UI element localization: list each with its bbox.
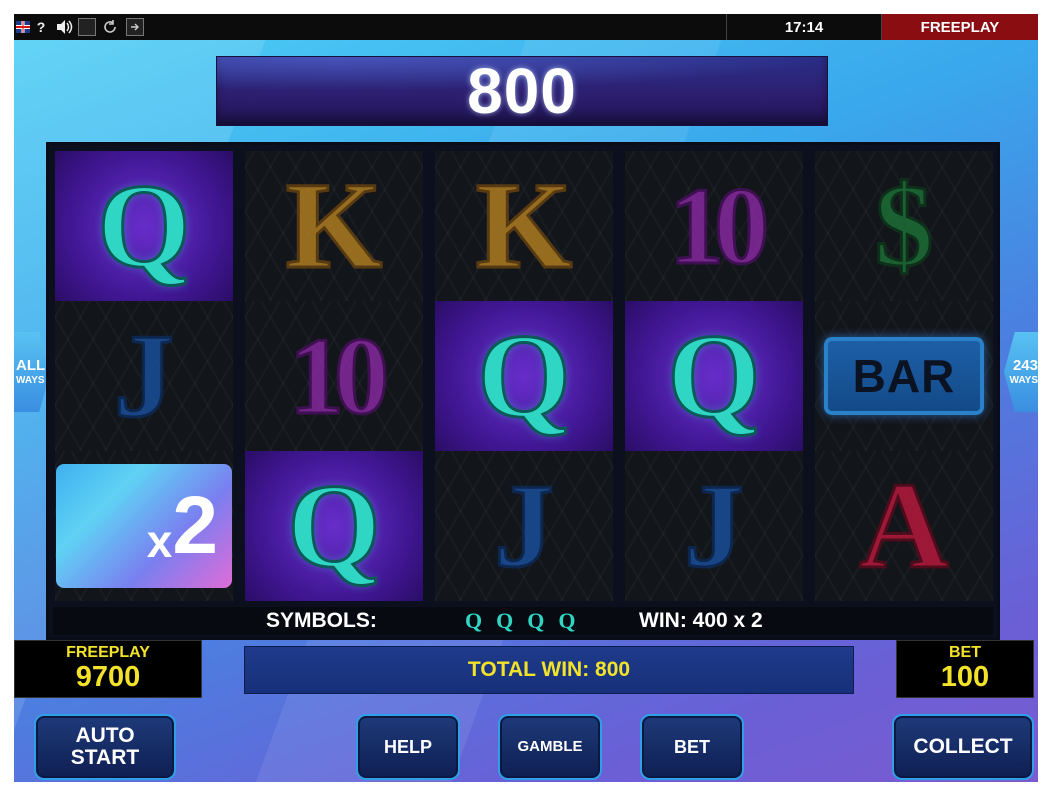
reel-4: 10 Q J [625, 151, 803, 601]
reel-2-symbol-1: K [245, 151, 423, 301]
symbol-a: A [858, 457, 951, 594]
symbol-dollar: $ [873, 160, 935, 291]
freeplay-mode-badge: FREEPLAY [882, 14, 1038, 40]
symbol-q: Q [286, 459, 382, 592]
symbol-k: K [474, 157, 573, 294]
symbol-j: J [113, 309, 176, 442]
reel-5-symbol-3: A [815, 451, 993, 601]
reel-1-symbol-1: Q [55, 151, 233, 301]
auto-start-line-2: START [70, 746, 140, 769]
fullscreen-icon[interactable] [78, 18, 96, 36]
auto-start-label: AUTO START [70, 723, 140, 769]
reel-1-symbol-2: J [55, 301, 233, 451]
reel-4-symbol-3: J [625, 451, 803, 601]
slot-game-screen: ? 17:14 FREEPLAY 800 ALL WAYS 243 WAYS Q… [14, 14, 1038, 782]
auto-start-button[interactable]: AUTO START [34, 714, 176, 780]
symbol-j: J [493, 459, 556, 592]
exit-icon[interactable] [126, 18, 144, 36]
bet-label: BET [949, 644, 981, 661]
ways-right-sublabel: WAYS [1009, 375, 1038, 386]
symbol-j: J [683, 459, 746, 592]
top-status-bar: ? 17:14 FREEPLAY [14, 14, 1038, 40]
symbol-q: Q [96, 159, 192, 292]
multiplier-number: 2 [172, 480, 218, 571]
winning-symbols-icons: QQQQ [465, 608, 590, 633]
bet-button[interactable]: BET [640, 714, 744, 780]
clock: 17:14 [726, 14, 882, 40]
uk-flag-icon[interactable] [16, 21, 30, 33]
reel-1: Q J x 2 [55, 151, 233, 601]
reel-2: K 10 Q [245, 151, 423, 601]
reel-4-symbol-1: 10 [625, 151, 803, 301]
line-win-text: WIN: 400 x 2 [639, 609, 763, 632]
symbol-k: K [284, 157, 383, 294]
reel-1-symbol-3: x 2 [55, 451, 233, 601]
multiplier-x: x [146, 515, 173, 567]
reel-3: K Q J [435, 151, 613, 601]
reel-4-symbol-2: Q [625, 301, 803, 451]
credit-label: FREEPLAY [66, 644, 150, 661]
reel-2-symbol-2: 10 [245, 301, 423, 451]
ways-indicator-right: 243 WAYS [1004, 332, 1038, 412]
symbol-bar: BAR [824, 337, 984, 415]
help-icon[interactable]: ? [34, 17, 48, 37]
ways-left-sublabel: WAYS [16, 375, 45, 386]
gamble-button[interactable]: GAMBLE [498, 714, 602, 780]
bet-panel: BET 100 [896, 640, 1034, 698]
collect-button[interactable]: COLLECT [892, 714, 1034, 780]
multiplier-x2-symbol: x 2 [56, 464, 232, 588]
win-amount-display: 800 [216, 55, 828, 127]
ways-indicator-left: ALL WAYS [14, 332, 50, 412]
bet-value: 100 [940, 661, 990, 693]
total-win-bar: TOTAL WIN: 800 [244, 646, 854, 694]
symbol-10: 10 [668, 165, 771, 287]
win-amount-value: 800 [467, 55, 577, 127]
symbol-q: Q [476, 309, 572, 442]
reel-2-symbol-3: Q [245, 451, 423, 601]
reel-5: $ BAR A [815, 151, 993, 601]
reel-3-symbol-2: Q [435, 301, 613, 451]
ways-left-label: ALL [16, 357, 46, 374]
credit-value: 9700 [75, 661, 141, 693]
refresh-icon[interactable] [100, 17, 120, 37]
symbol-q: Q [666, 309, 762, 442]
symbol-10: 10 [288, 315, 391, 437]
help-button[interactable]: HELP [356, 714, 460, 780]
reel-5-symbol-2: BAR [815, 301, 993, 451]
reel-area: Q J x 2 K 10 Q K Q J 10 Q J $ BAR A SYMB… [46, 142, 1000, 640]
credit-panel: FREEPLAY 9700 [14, 640, 202, 698]
reel-5-symbol-1: $ [815, 151, 993, 301]
reel-3-symbol-1: K [435, 151, 613, 301]
auto-start-line-1: AUTO [75, 723, 135, 747]
sound-icon[interactable] [54, 17, 74, 37]
reel-3-symbol-3: J [435, 451, 613, 601]
symbols-label: SYMBOLS: [266, 609, 377, 632]
win-info-strip: SYMBOLS: QQQQ WIN: 400 x 2 [53, 607, 993, 635]
ways-right-label: 243 [1012, 357, 1038, 374]
